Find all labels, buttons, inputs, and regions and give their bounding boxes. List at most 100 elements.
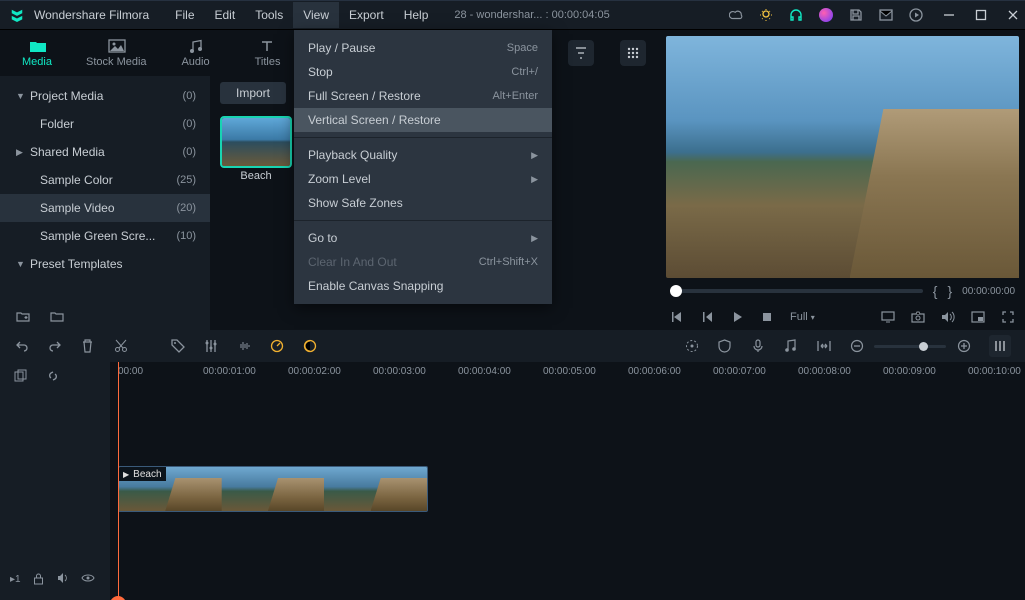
close-icon[interactable] [1007, 9, 1019, 21]
sidebar-item-shared-media[interactable]: ▶Shared Media(0) [0, 138, 210, 166]
timeline-ruler[interactable]: 00:0000:00:01:0000:00:02:0000:00:03:0000… [110, 362, 1025, 390]
prev-frame-icon[interactable] [670, 310, 684, 324]
media-thumb[interactable]: Beach [220, 118, 292, 182]
sidebar-item-sample-color[interactable]: Sample Color(25) [0, 166, 210, 194]
step-back-icon[interactable] [700, 310, 714, 324]
image-icon [108, 39, 124, 53]
sidebar-item-folder[interactable]: Folder(0) [0, 110, 210, 138]
mixer-icon[interactable] [989, 335, 1011, 357]
maximize-icon[interactable] [975, 9, 987, 21]
copy-icon[interactable] [14, 369, 28, 383]
stop-icon[interactable] [760, 310, 774, 324]
zoom-slider[interactable] [874, 345, 946, 348]
menu-item-stop[interactable]: StopCtrl+/ [294, 60, 552, 84]
mark-out-icon[interactable]: } [947, 283, 952, 299]
menu-edit[interactable]: Edit [205, 2, 246, 28]
ruler-tick: 00:00:06:00 [628, 366, 681, 377]
menu-file[interactable]: File [165, 2, 204, 28]
playhead[interactable] [118, 362, 119, 600]
window-controls [943, 9, 1019, 21]
avatar-icon[interactable] [819, 8, 833, 22]
document-title: 28 - wondershar... : 00:00:04:05 [454, 9, 609, 21]
folder-icon[interactable] [50, 310, 64, 322]
link-icon[interactable] [46, 369, 60, 383]
audio-track-lane[interactable] [110, 518, 1025, 550]
undo-icon[interactable] [14, 339, 29, 354]
save-icon[interactable] [849, 8, 863, 22]
ruler-tick: 00:00 [118, 366, 143, 377]
menu-export[interactable]: Export [339, 2, 394, 28]
tag-icon[interactable] [170, 339, 185, 354]
cut-icon[interactable] [113, 339, 128, 354]
cloud-icon[interactable] [729, 8, 743, 22]
shield-icon[interactable] [717, 339, 732, 354]
app-name: Wondershare Filmora [34, 8, 149, 22]
snapshot-icon[interactable] [911, 310, 925, 324]
mute-icon[interactable] [57, 573, 69, 585]
menu-item-playback-quality[interactable]: Playback Quality▶ [294, 143, 552, 167]
menu-help[interactable]: Help [394, 2, 439, 28]
sidebar-item-preset-templates[interactable]: ▼Preset Templates [0, 250, 210, 278]
sliders-icon[interactable] [203, 339, 218, 354]
waveform-icon[interactable] [236, 339, 251, 354]
menu-item-enable-canvas-snapping[interactable]: Enable Canvas Snapping [294, 274, 552, 298]
timeline: ▸1 ♫1 00:0000:00:01:0000:00:02:0000:00:0… [0, 330, 1025, 600]
fullscreen-icon[interactable] [1001, 310, 1015, 324]
zoom-in-icon[interactable] [956, 339, 971, 354]
ruler-tick: 00:00:01:00 [203, 366, 256, 377]
new-folder-icon[interactable] [16, 310, 30, 322]
monitor-icon[interactable] [881, 310, 895, 324]
menu-tools[interactable]: Tools [245, 2, 293, 28]
menu-item-zoom-level[interactable]: Zoom Level▶ [294, 167, 552, 191]
mail-icon[interactable] [879, 8, 893, 22]
play-icon[interactable] [730, 310, 744, 324]
render-icon[interactable] [684, 339, 699, 354]
color-icon[interactable] [302, 339, 317, 354]
menu-item-vertical-screen-restore[interactable]: Vertical Screen / Restore [294, 108, 552, 132]
scrub-slider[interactable] [670, 289, 923, 293]
quality-label[interactable]: Full ▾ [790, 311, 815, 323]
text-icon [260, 39, 276, 53]
delete-icon[interactable] [80, 339, 95, 354]
mic-icon[interactable] [750, 339, 765, 354]
video-track-head: ▸1 [0, 460, 110, 600]
menu-item-play-pause[interactable]: Play / PauseSpace [294, 36, 552, 60]
play-circle-icon[interactable] [909, 8, 923, 22]
menu-bar: FileEditToolsViewExportHelp [165, 2, 438, 28]
speed-icon[interactable] [269, 339, 284, 354]
menu-item-show-safe-zones[interactable]: Show Safe Zones [294, 191, 552, 215]
folder-icon [29, 39, 45, 53]
redo-icon[interactable] [47, 339, 62, 354]
menu-view[interactable]: View [293, 2, 339, 28]
zoom-out-icon[interactable] [849, 339, 864, 354]
music-note-icon[interactable] [783, 339, 798, 354]
ruler-tick: 00:00:05:00 [543, 366, 596, 377]
video-clip[interactable]: ▶Beach [118, 466, 428, 512]
media-sidebar: ▼Project Media(0)Folder(0)▶Shared Media(… [0, 76, 210, 330]
fit-icon[interactable] [816, 339, 831, 354]
menu-item-go-to[interactable]: Go to▶ [294, 226, 552, 250]
pip-icon[interactable] [971, 310, 985, 324]
preview-canvas[interactable] [666, 36, 1019, 278]
lock-icon[interactable] [33, 573, 45, 585]
grid-view-icon[interactable] [620, 40, 646, 66]
volume-icon[interactable] [941, 310, 955, 324]
video-track-lane[interactable]: ▶Beach [110, 460, 1025, 518]
ruler-tick: 00:00:07:00 [713, 366, 766, 377]
eye-icon[interactable] [81, 573, 93, 585]
menu-item-full-screen-restore[interactable]: Full Screen / RestoreAlt+Enter [294, 84, 552, 108]
mark-in-icon[interactable]: { [933, 283, 938, 299]
headphones-icon[interactable] [789, 8, 803, 22]
sidebar-item-sample-video[interactable]: Sample Video(20) [0, 194, 210, 222]
tab-media[interactable]: Media [14, 39, 60, 68]
tab-audio[interactable]: Audio [173, 39, 219, 68]
lightbulb-icon[interactable] [759, 8, 773, 22]
tab-titles[interactable]: Titles [245, 39, 291, 68]
sidebar-item-sample-green-scre-[interactable]: Sample Green Scre...(10) [0, 222, 210, 250]
import-button[interactable]: Import [220, 82, 286, 104]
preview-panel: { } 00:00:00:00 Full ▾ [660, 30, 1025, 330]
sidebar-item-project-media[interactable]: ▼Project Media(0) [0, 82, 210, 110]
filter-icon[interactable] [568, 40, 594, 66]
tab-stock-media[interactable]: Stock Media [86, 39, 147, 68]
minimize-icon[interactable] [943, 9, 955, 21]
